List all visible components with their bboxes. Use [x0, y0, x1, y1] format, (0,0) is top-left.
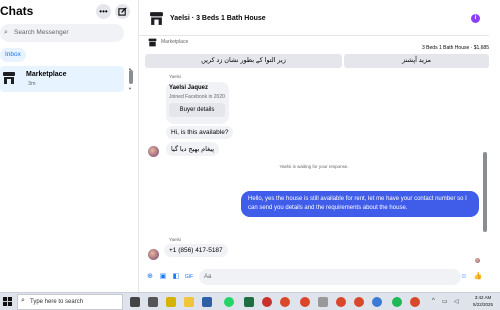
inbox-filter-chip[interactable]: Inbox [0, 48, 26, 62]
plus-circle-icon[interactable]: ⊕ [145, 272, 155, 282]
chrome-icon[interactable] [354, 297, 364, 307]
search-icon: ⌕ [4, 29, 8, 36]
buyer-details-button[interactable]: Buyer details [169, 103, 225, 117]
app-icon[interactable] [202, 297, 212, 307]
messenger-app: Chats ••• ⌕ Search Messenger Inbox Marke… [0, 0, 500, 292]
sidebar-scrollbar[interactable] [129, 70, 133, 84]
thumbs-up-icon[interactable]: 👍 [473, 272, 483, 282]
mark-as-pending-button[interactable]: زیر التوا کے بطور نشان زد کریں [145, 54, 342, 68]
taskbar-search-box[interactable]: ⌕ Type here to search [17, 294, 123, 310]
conversation-name: Marketplace [26, 71, 67, 78]
seen-indicator [475, 258, 480, 263]
excel-icon[interactable] [244, 297, 254, 307]
listing-price: 3 Beds 1 Bath House · $1,685 [422, 45, 489, 51]
message-bubble-incoming[interactable]: پیغام بھیج دیا گیا [166, 142, 220, 156]
app-icon[interactable] [318, 297, 328, 307]
sticky-notes-icon[interactable] [166, 297, 176, 307]
chat-title[interactable]: Yaelsi · 3 Beds 1 Bath House [170, 15, 266, 22]
message-bubble-incoming[interactable]: +1 (856) 417-5187 [164, 244, 228, 257]
file-explorer-icon[interactable] [184, 297, 194, 307]
chat-scrollbar[interactable] [483, 152, 487, 232]
message-list: Yaelsi Yaelsi Jaquez Joined Facebook in … [139, 69, 489, 264]
avatar[interactable] [148, 249, 159, 260]
search-placeholder: Search Messenger [14, 29, 69, 36]
marketplace-store-icon [3, 72, 15, 84]
more-options-button[interactable]: مزید آپشنز [344, 54, 489, 68]
chat-header: Yaelsi · 3 Beds 1 Bath House i [139, 0, 489, 36]
compose-icon [118, 7, 127, 16]
more-horizontal-icon: ••• [99, 7, 108, 16]
conversation-time: 3m [28, 81, 36, 87]
buyer-card: Yaelsi Jaquez Joined Facebook in 2020 Bu… [166, 82, 229, 124]
message-composer: ⊕ ▣ ◧ GIF Aa ☺ 👍 [139, 264, 489, 292]
info-button[interactable]: i [471, 14, 480, 23]
chrome-icon[interactable] [262, 297, 272, 307]
taskbar-search-placeholder: Type here to search [30, 299, 84, 305]
search-icon: ⌕ [21, 297, 25, 304]
chats-title: Chats [0, 4, 34, 18]
scroll-down-icon[interactable]: ▼ [128, 86, 132, 91]
message-bubble-incoming[interactable]: Hi, is this available? [166, 126, 234, 139]
image-icon[interactable]: ▣ [158, 272, 168, 282]
spotify-icon[interactable] [392, 297, 402, 307]
windows-taskbar: ⌕ Type here to search ^ ▭ ◁ 3:42 AM 5/22… [0, 292, 500, 310]
chat-panel: Yaelsi · 3 Beds 1 Bath House i Marketpla… [138, 0, 500, 292]
message-input[interactable]: Aa [199, 269, 461, 285]
taskbar-clock[interactable]: 3:42 AM 5/22/2025 [470, 294, 496, 308]
sender-label: Yaelsi [169, 74, 181, 79]
info-icon: i [474, 15, 477, 21]
sticker-icon[interactable]: ◧ [171, 272, 181, 282]
gif-icon[interactable]: GIF [184, 272, 194, 282]
message-bubble-outgoing[interactable]: Hello, yes the house is still available … [241, 191, 479, 217]
emoji-icon[interactable]: ☺ [459, 272, 469, 282]
task-view-icon[interactable] [130, 297, 140, 307]
sender-label: Yaelsi [169, 237, 181, 242]
new-message-button[interactable] [115, 4, 130, 19]
chrome-icon[interactable] [280, 297, 290, 307]
search-input[interactable]: ⌕ Search Messenger [0, 24, 124, 42]
whatsapp-icon[interactable] [224, 297, 234, 307]
marketplace-store-icon [148, 38, 157, 47]
listing-bar: Marketplace 3 Beds 1 Bath House · $1,685… [139, 37, 489, 69]
volume-icon[interactable]: ◁ [454, 298, 459, 305]
app-icon[interactable] [148, 297, 158, 307]
waiting-status: Yaelsi is waiting for your response. [279, 164, 349, 169]
avatar[interactable] [148, 146, 159, 157]
conversation-item-marketplace[interactable]: Marketplace 3m [0, 66, 124, 92]
chrome-icon[interactable] [300, 297, 310, 307]
tray-chevron-icon[interactable]: ^ [432, 298, 435, 304]
network-icon[interactable]: ▭ [442, 298, 448, 305]
more-options-button[interactable]: ••• [96, 4, 111, 19]
marketplace-label: Marketplace [161, 39, 189, 45]
windows-start-icon[interactable] [3, 297, 12, 306]
buyer-name: Yaelsi Jaquez [169, 85, 209, 91]
chrome-icon[interactable] [410, 297, 420, 307]
chrome-icon[interactable] [336, 297, 346, 307]
marketplace-store-icon [150, 12, 163, 25]
buyer-joined: Joined Facebook in 2020 [169, 94, 225, 100]
chats-sidebar: Chats ••• ⌕ Search Messenger Inbox Marke… [0, 0, 138, 292]
clock-date: 5/22/2025 [472, 302, 494, 307]
clock-time: 3:42 AM [474, 295, 492, 300]
chrome-icon[interactable] [372, 297, 382, 307]
